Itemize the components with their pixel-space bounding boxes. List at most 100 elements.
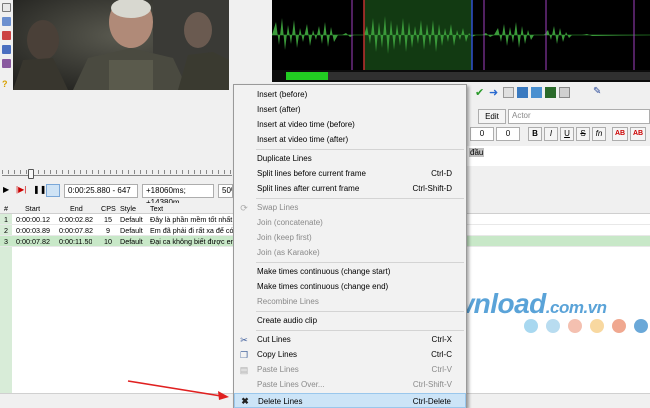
actor-field[interactable]: Actor (508, 109, 650, 124)
video-seek-slider[interactable] (0, 166, 233, 180)
row-num: 3 (4, 237, 8, 246)
rotate-tool-icon[interactable] (2, 31, 11, 40)
play-line-icon[interactable]: |▶| (16, 185, 26, 194)
seek-ticks (2, 170, 232, 174)
row-num: 1 (4, 215, 8, 224)
col-num-header[interactable]: # (4, 203, 8, 214)
seek-track (2, 175, 232, 176)
menu-duplicate-lines[interactable]: Duplicate Lines (234, 151, 466, 166)
menu-copy-lines[interactable]: ❐ Copy Lines Ctrl-C (234, 347, 466, 362)
video-image (13, 0, 229, 90)
video-controls: ▶ |▶| ❚❚ 0:00:25.880 - 647 +18060ms; +14… (0, 183, 233, 207)
edit-button[interactable]: Edit (478, 109, 506, 124)
menu-recombine-lines[interactable]: Recombine Lines (234, 294, 466, 309)
menu-paste-lines[interactable]: ▤ Paste Lines Ctrl-V (234, 362, 466, 377)
row-end: 0:00:07.82 (59, 226, 93, 235)
menu-swap-lines[interactable]: ⟳ Swap Lines (234, 200, 466, 215)
subtitle-edit-row: Edit Actor (470, 107, 650, 125)
row-end: 0:00:02.82 (59, 215, 93, 224)
layer-field[interactable]: 0 (470, 127, 494, 141)
menu-split-before[interactable]: Split lines before current frame Ctrl-D (234, 166, 466, 181)
pause-icon[interactable]: ❚❚ (33, 185, 46, 194)
pen-icon[interactable]: ✎ (593, 86, 601, 97)
red-arrow-annotation (127, 380, 229, 400)
menu-continuous-end[interactable]: Make times continuous (change end) (234, 279, 466, 294)
row-text: Đại ca không biết được em (150, 237, 233, 246)
commit-icon[interactable]: ✔ (475, 86, 484, 99)
waveform-mode-icon[interactable] (545, 87, 556, 98)
menu-separator (256, 198, 464, 199)
auto-commit-icon[interactable] (503, 87, 514, 98)
menu-split-after[interactable]: Split lines after current frame Ctrl-Shif… (234, 181, 466, 196)
help-icon[interactable]: ? (2, 80, 11, 89)
subtitle-text-fragment: đầu (469, 148, 485, 157)
video-side-toolbar: ? (0, 0, 13, 100)
menu-insert-before[interactable]: Insert (before) (234, 87, 466, 102)
col-cps-header[interactable]: CPS (101, 203, 116, 214)
font-button[interactable]: fn (592, 127, 606, 141)
menu-cut-lines[interactable]: ✂ Cut Lines Ctrl-X (234, 332, 466, 347)
primary-color-button[interactable]: AB (612, 127, 628, 141)
scissors-icon: ✂ (240, 335, 248, 345)
secondary-color-button[interactable]: AB (630, 127, 646, 141)
pointer-tool-icon[interactable] (2, 3, 11, 12)
watermark-dot (634, 319, 648, 333)
menu-separator (256, 149, 464, 150)
spectrum-icon[interactable] (517, 87, 528, 98)
scroll-lock-icon[interactable] (559, 87, 570, 98)
menu-separator (256, 262, 464, 263)
row-cps: 15 (104, 215, 112, 224)
menu-join-karaoke[interactable]: Join (as Karaoke) (234, 245, 466, 260)
audio-toolbar: ✔ ➜ ✎ (470, 84, 650, 104)
strike-button[interactable]: S (576, 127, 590, 141)
seek-thumb[interactable] (28, 169, 34, 179)
margin-field[interactable]: 0 (496, 127, 520, 141)
watermark-dot (590, 319, 604, 333)
next-line-icon[interactable]: ➜ (489, 86, 498, 99)
menu-insert-after[interactable]: Insert (after) (234, 102, 466, 117)
clip-tool-icon[interactable] (2, 59, 11, 68)
row-start: 0:00:07.82 (16, 237, 50, 246)
row-cps: 10 (104, 237, 112, 246)
watermark-suffix: .com.vn (545, 298, 607, 317)
col-text-header[interactable]: Text (150, 203, 163, 214)
subtitle-text-edit[interactable]: đầu (467, 146, 650, 166)
karaoke-icon[interactable] (531, 87, 542, 98)
delete-x-icon: ✖ (241, 396, 249, 406)
menu-continuous-start[interactable]: Make times continuous (change start) (234, 264, 466, 279)
video-frame (13, 0, 229, 90)
row-start: 0:00:03.89 (16, 226, 50, 235)
actor-placeholder: Actor (512, 111, 531, 120)
video-time-field[interactable]: 0:00:25.880 - 647 (64, 184, 138, 198)
play-icon[interactable]: ▶ (3, 185, 9, 194)
row-start: 0:00:00.12 (16, 215, 50, 224)
scale-tool-icon[interactable] (2, 45, 11, 54)
row-end: 0:00:11.50 (59, 237, 93, 246)
underline-button[interactable]: U (560, 127, 574, 141)
menu-join-concatenate[interactable]: Join (concatenate) (234, 215, 466, 230)
row-style: Default (120, 226, 143, 235)
menu-insert-video-before[interactable]: Insert at video time (before) (234, 117, 466, 132)
row-style: Default (120, 215, 143, 224)
audio-waveform[interactable] (272, 0, 650, 82)
col-style-header[interactable]: Style (120, 203, 136, 214)
menu-separator (256, 330, 464, 331)
autoscroll-icon[interactable] (46, 184, 60, 197)
menu-create-audio-clip[interactable]: Create audio clip (234, 313, 466, 328)
watermark-dot (612, 319, 626, 333)
menu-delete-lines[interactable]: ✖ Delete Lines Ctrl-Delete (234, 393, 466, 408)
bold-button[interactable]: B (528, 127, 542, 141)
italic-button[interactable]: I (544, 127, 558, 141)
col-start-header[interactable]: Start (25, 203, 40, 214)
watermark-dot (546, 319, 560, 333)
video-offset-field[interactable]: +18060ms; +14380m (142, 184, 214, 207)
grid-context-menu: Insert (before) Insert (after) Insert at… (233, 84, 467, 408)
row-cps: 9 (106, 226, 110, 235)
menu-join-keep-first[interactable]: Join (keep first) (234, 230, 466, 245)
move-tool-icon[interactable] (2, 17, 11, 26)
menu-insert-video-after[interactable]: Insert at video time (after) (234, 132, 466, 147)
zoom-field[interactable]: 50% (218, 184, 233, 198)
menu-paste-lines-over[interactable]: Paste Lines Over... Ctrl-Shift-V (234, 377, 466, 392)
paste-icon: ▤ (239, 365, 249, 375)
col-end-header[interactable]: End (70, 203, 83, 214)
